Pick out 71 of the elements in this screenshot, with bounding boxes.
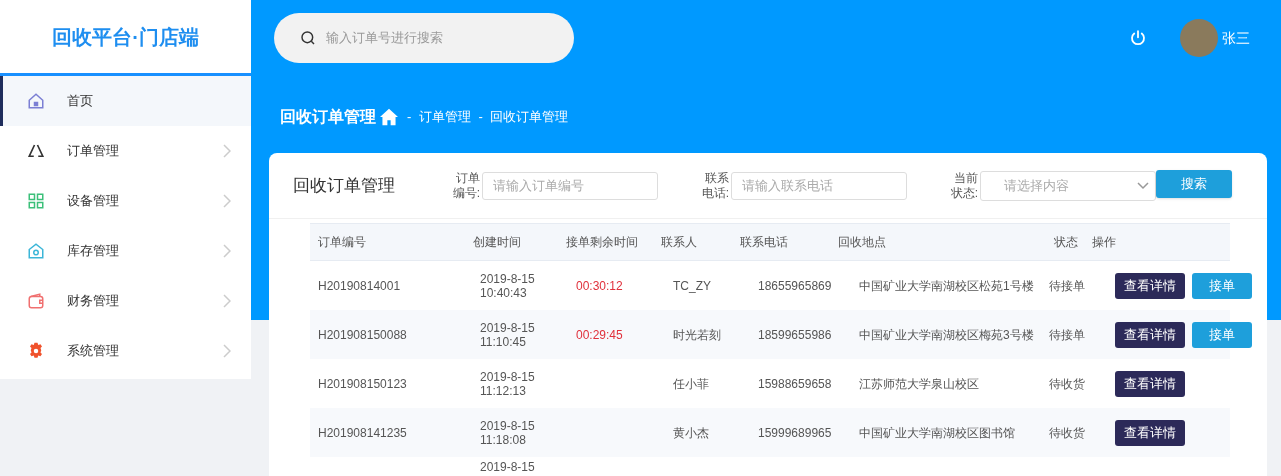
table-cell-text: 10:40:43	[480, 285, 528, 300]
table-cell-text: 任小菲	[673, 375, 710, 393]
search-icon	[300, 30, 316, 46]
table-cell-text: 中国矿业大学南湖校区松苑1号楼	[859, 277, 1035, 295]
table-cell-text: H20190814001	[318, 277, 402, 295]
filter-input[interactable]: 请输入订单编号	[482, 171, 658, 200]
home-icon	[27, 92, 45, 110]
details-button[interactable]: 查看详情	[1115, 419, 1185, 446]
table-cell-text: 待接单	[1049, 277, 1086, 295]
table-cell-text: 15988659658	[758, 375, 833, 393]
table-cell-text: 黄小杰	[673, 424, 710, 442]
column-header: 接单剩余时间	[566, 234, 639, 251]
wallet-icon	[27, 292, 45, 310]
sidebar-label: 订单管理	[67, 142, 120, 161]
details-button[interactable]: 查看详情	[1115, 321, 1185, 348]
table-cell-text: 11:12:13	[480, 383, 527, 398]
table-cell-text: 待收货	[1049, 424, 1086, 442]
house-icon	[27, 242, 45, 260]
table-cell-text: 2019-8-15	[480, 418, 536, 433]
column-header: 联系人	[661, 234, 698, 251]
table-cell-text: 待接单	[1049, 326, 1086, 344]
table-cell-text: 11:18:08	[480, 432, 527, 447]
sidebar-label: 首页	[67, 92, 94, 111]
sidebar-label: 库存管理	[67, 242, 120, 261]
column-header: 操作	[1092, 234, 1117, 251]
table-cell-text: 11:10:45	[480, 334, 527, 349]
filter-label: 联系电话:	[700, 170, 729, 201]
filter-label: 当前状态:	[949, 170, 978, 201]
column-header: 状态	[1054, 234, 1079, 251]
filter-label: 订单编号:	[451, 170, 480, 201]
table-cell-text: 2019-8-15	[480, 460, 536, 474]
table-cell-text: 时光若刻	[673, 326, 722, 344]
triangle-icon	[27, 142, 45, 160]
table-cell-text: 00:30:12	[576, 277, 624, 295]
column-header: 联系电话	[740, 234, 789, 251]
table-cell-text: H201908150088	[318, 326, 408, 344]
column-header: 回收地点	[838, 234, 887, 251]
gear-icon	[27, 342, 45, 360]
table-cell-text: 2019-8-15	[480, 320, 536, 335]
table-cell-text: 18599655986	[758, 326, 833, 344]
table-cell-text: 2019-8-15	[480, 271, 536, 286]
power-icon[interactable]	[1129, 29, 1147, 47]
sidebar-label: 财务管理	[67, 292, 120, 311]
table-cell-text: H201908141235	[318, 424, 408, 442]
search-input[interactable]: 输入订单号进行搜索	[326, 28, 548, 48]
table-cell-text: 江苏师范大学泉山校区	[859, 375, 980, 393]
home-icon[interactable]	[379, 108, 399, 126]
search-field[interactable]: 输入订单号进行搜索	[274, 13, 574, 63]
sidebar-label: 设备管理	[67, 192, 120, 211]
table-cell-text: 15999689965	[758, 424, 833, 442]
column-header: 创建时间	[473, 234, 522, 251]
table-cell-text: TC_ZY	[673, 277, 712, 295]
grid-icon	[27, 192, 45, 210]
table-cell-text: 中国矿业大学南湖校区图书馆	[859, 424, 1016, 442]
chevron-down-icon	[1137, 181, 1149, 190]
table-cell-text: 18655965869	[758, 277, 833, 295]
column-header: 订单编号	[318, 234, 367, 251]
details-button[interactable]: 查看详情	[1115, 272, 1185, 299]
page-title: 回收订单管理	[280, 107, 376, 127]
table-cell-text: 中国矿业大学南湖校区梅苑3号楼	[859, 326, 1035, 344]
table-cell-text: 2019-8-15	[480, 369, 536, 384]
sidebar-item[interactable]: 首页	[0, 76, 251, 126]
user-name: 张三	[1222, 28, 1250, 48]
app-logo: 回收平台·门店端	[52, 24, 199, 50]
table-cell-text: H201908150123	[318, 375, 408, 393]
details-button[interactable]: 查看详情	[1115, 370, 1185, 397]
table-cell-text: 00:29:45	[576, 326, 624, 344]
sidebar-label: 系统管理	[67, 342, 120, 361]
filter-input[interactable]: 请输入联系电话	[731, 171, 907, 200]
card-title: 回收订单管理	[293, 174, 396, 197]
table-cell-text: 待收货	[1049, 375, 1086, 393]
